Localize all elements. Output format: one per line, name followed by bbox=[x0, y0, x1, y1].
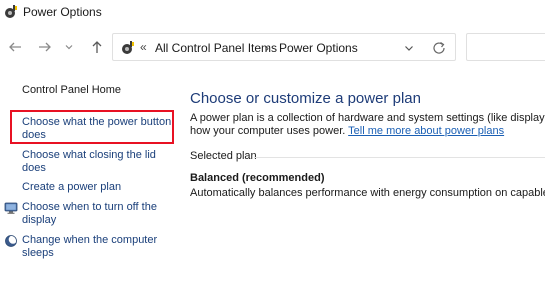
main-content: Choose or customize a power plan A power… bbox=[190, 86, 545, 290]
display-off-settings-link[interactable]: Choose when to turn off the display bbox=[22, 201, 157, 226]
window-title: Power Options bbox=[23, 5, 102, 19]
lid-closing-settings-link[interactable]: Choose what closing the lid does bbox=[22, 149, 156, 174]
link-line: display bbox=[22, 213, 57, 226]
back-button[interactable] bbox=[6, 38, 24, 56]
power-options-app-icon bbox=[5, 5, 17, 18]
selected-plan-header: Selected plan bbox=[190, 150, 545, 164]
power-button-settings-link[interactable]: Choose what the power button does bbox=[22, 116, 171, 141]
create-power-plan-link[interactable]: Create a power plan bbox=[22, 181, 121, 194]
control-panel-home-link[interactable]: Control Panel Home bbox=[22, 84, 121, 96]
arrow-left-icon bbox=[9, 42, 21, 52]
chevron-down-icon bbox=[65, 45, 73, 50]
power-options-window: Power Options « All Control Panel Items … bbox=[0, 0, 545, 290]
search-input[interactable] bbox=[466, 33, 545, 61]
link-line: Choose what the power button bbox=[22, 116, 172, 128]
address-overflow-chevron[interactable]: « bbox=[140, 40, 147, 54]
address-bar[interactable]: « All Control Panel Items › Power Option… bbox=[112, 33, 456, 61]
up-button[interactable] bbox=[88, 38, 106, 56]
plan-name-balanced[interactable]: Balanced (recommended) bbox=[190, 172, 324, 184]
forward-button[interactable] bbox=[36, 38, 54, 56]
sleep-settings-link[interactable]: Change when the computer sleeps bbox=[22, 234, 157, 259]
link-line: does bbox=[22, 128, 46, 141]
monitor-icon bbox=[4, 202, 18, 214]
selected-plan-label: Selected plan bbox=[190, 150, 257, 162]
link-line: sleeps bbox=[22, 246, 54, 259]
title-bar: Power Options bbox=[0, 0, 545, 26]
description-line-1: A power plan is a collection of hardware… bbox=[190, 112, 545, 124]
address-dropdown-chevron-icon[interactable] bbox=[403, 42, 415, 54]
link-line: does bbox=[22, 161, 46, 174]
recent-locations-button[interactable] bbox=[62, 38, 76, 56]
arrow-up-icon bbox=[92, 41, 102, 53]
divider bbox=[254, 157, 545, 158]
page-description: A power plan is a collection of hardware… bbox=[190, 112, 545, 138]
breadcrumb-all-control-panel-items[interactable]: All Control Panel Items bbox=[155, 41, 277, 55]
link-line: Change when the computer bbox=[22, 234, 158, 246]
page-title: Choose or customize a power plan bbox=[190, 90, 421, 107]
refresh-icon[interactable] bbox=[431, 40, 447, 56]
learn-more-power-plans-link[interactable]: Tell me more about power plans bbox=[348, 125, 504, 137]
breadcrumb-separator[interactable]: › bbox=[265, 41, 269, 55]
description-line-2: how your computer uses power. bbox=[190, 125, 349, 137]
breadcrumb-power-options[interactable]: Power Options bbox=[279, 41, 358, 55]
navigation-bar: « All Control Panel Items › Power Option… bbox=[0, 32, 545, 64]
arrow-right-icon bbox=[39, 42, 51, 52]
link-line: Choose when to turn off the bbox=[22, 201, 157, 213]
left-navigation-pane: Control Panel Home Choose what the power… bbox=[0, 78, 180, 290]
moon-icon bbox=[5, 235, 18, 247]
plan-description: Automatically balances performance with … bbox=[190, 187, 545, 199]
control-panel-icon bbox=[122, 41, 134, 54]
link-line: Create a power plan bbox=[22, 181, 122, 193]
link-line: Choose what closing the lid bbox=[22, 149, 156, 161]
